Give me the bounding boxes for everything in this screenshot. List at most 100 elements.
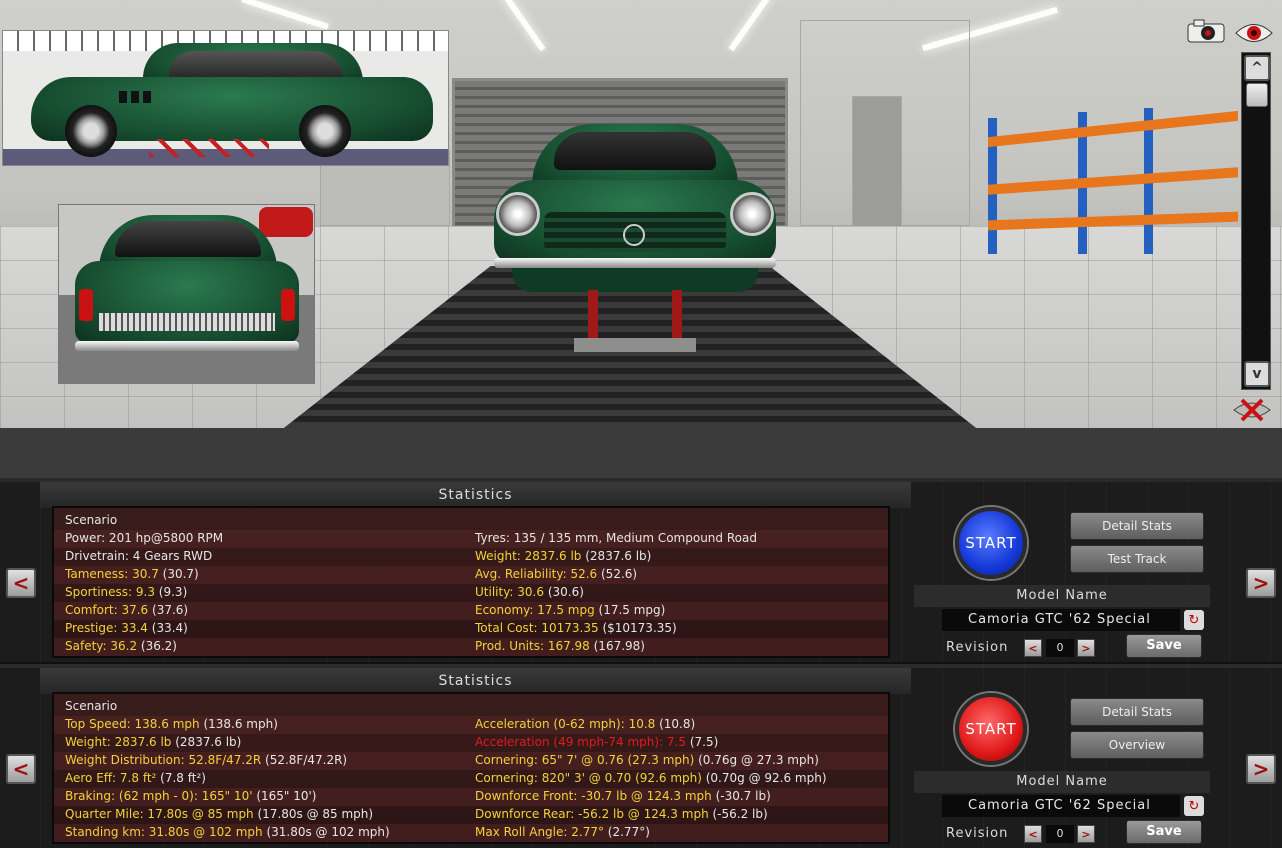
stat-left-cell: Weight Distribution: 52.8F/47.2R (52.8F/… bbox=[65, 753, 347, 767]
stat-right-cell: Acceleration (49 mph-74 mph): 7.5 (7.5) bbox=[475, 735, 718, 749]
car-front-model[interactable] bbox=[492, 124, 778, 354]
stat-left-cell: Prestige: 33.4 (33.4) bbox=[65, 621, 188, 635]
stat-baseline: (0.76g @ 27.3 mph) bbox=[694, 753, 819, 767]
stats-panel-1: Statistics Scenario Power: 201 hp@5800 RP… bbox=[0, 478, 1282, 662]
eye-icon[interactable] bbox=[1234, 20, 1274, 46]
car-side-view-inset[interactable] bbox=[2, 30, 449, 166]
stat-right-cell: Acceleration (0-62 mph): 10.8 (10.8) bbox=[475, 717, 695, 731]
stat-right-cell: Avg. Reliability: 52.6 (52.6) bbox=[475, 567, 637, 581]
stat-baseline: (0.70g @ 92.6 mph) bbox=[701, 771, 827, 785]
save-button[interactable]: Save bbox=[1126, 634, 1202, 658]
save-button[interactable]: Save bbox=[1126, 820, 1202, 844]
test-track-button[interactable]: Test Track bbox=[1070, 545, 1204, 573]
stat-value: Max Roll Angle: 2.77° bbox=[475, 825, 604, 839]
headlight-right bbox=[730, 192, 774, 236]
wall-panel bbox=[852, 96, 902, 228]
model-name-label: Model Name bbox=[914, 771, 1210, 793]
car-rear-view-inset[interactable] bbox=[58, 204, 315, 384]
refresh-icon[interactable]: ↻ bbox=[1184, 610, 1204, 630]
overview-button[interactable]: Overview bbox=[1070, 731, 1204, 759]
statistics-panels: Statistics Scenario Power: 201 hp@5800 RP… bbox=[0, 478, 1282, 848]
stat-value: Top Speed: 138.6 mph bbox=[65, 717, 200, 731]
stat-value: Comfort: 37.6 bbox=[65, 603, 149, 617]
stat-right-cell: Cornering: 820" 3' @ 0.70 (92.6 mph) (0.… bbox=[475, 771, 827, 785]
revision-increment-button[interactable]: > bbox=[1077, 825, 1095, 843]
stat-baseline: (36.2) bbox=[137, 639, 177, 653]
stat-baseline: (52.6) bbox=[597, 567, 638, 581]
refresh-icon[interactable]: ↻ bbox=[1184, 796, 1204, 816]
car-3d-viewport[interactable]: ^ v bbox=[0, 0, 1282, 478]
revision-increment-button[interactable]: > bbox=[1077, 639, 1095, 657]
stats-row: Standing km: 31.80s @ 102 mph (31.80s @ … bbox=[54, 824, 888, 842]
stat-baseline: (2837.6 lb) bbox=[581, 549, 652, 563]
panel-title: Statistics bbox=[40, 668, 911, 694]
stat-baseline: (30.7) bbox=[158, 567, 199, 581]
stat-left-cell: Quarter Mile: 17.80s @ 85 mph (17.80s @ … bbox=[65, 807, 373, 821]
stats-row: Quarter Mile: 17.80s @ 85 mph (17.80s @ … bbox=[54, 806, 888, 824]
stat-left-cell: Aero Eff: 7.8 ft² (7.8 ft²) bbox=[65, 771, 206, 785]
stats-row: Drivetrain: 4 Gears RWD Weight: 2837.6 lb… bbox=[54, 548, 888, 566]
shelf-beam bbox=[988, 211, 1238, 231]
lift-scissor bbox=[149, 139, 269, 157]
ceiling-light bbox=[500, 0, 546, 52]
stats-row: Scenario bbox=[54, 512, 888, 530]
stat-value: Utility: 30.6 bbox=[475, 585, 544, 599]
front-bumper bbox=[494, 258, 776, 268]
stats-row: Weight Distribution: 52.8F/47.2R (52.8F/… bbox=[54, 752, 888, 770]
stat-value: Acceleration (49 mph-74 mph): 7.5 bbox=[475, 735, 687, 749]
storage-shelf bbox=[988, 104, 1238, 254]
detail-stats-button[interactable]: Detail Stats bbox=[1070, 698, 1204, 726]
stats-list: Scenario Power: 201 hp@5800 RPM Tyres: 135… bbox=[52, 506, 890, 658]
stat-value: Total Cost: 10173.35 bbox=[475, 621, 599, 635]
stat-value: Tameness: 30.7 bbox=[65, 567, 159, 581]
stat-right-cell: Downforce Rear: -56.2 lb @ 124.3 mph (-5… bbox=[475, 807, 768, 821]
ceiling-light bbox=[728, 0, 774, 52]
camera-icon[interactable] bbox=[1186, 18, 1226, 44]
lower-wall bbox=[0, 428, 1282, 478]
stat-value: Downforce Front: -30.7 lb @ 124.3 mph bbox=[475, 789, 712, 803]
stat-value: Downforce Rear: -56.2 lb @ 124.3 mph bbox=[475, 807, 709, 821]
stat-baseline: (165" 10') bbox=[252, 789, 317, 803]
stats-row: Braking: (62 mph - 0): 165" 10' (165" 10… bbox=[54, 788, 888, 806]
ceiling-light bbox=[241, 0, 329, 30]
stats-row: Scenario bbox=[54, 698, 888, 716]
close-x-icon[interactable] bbox=[1232, 396, 1272, 424]
shelf-beam bbox=[988, 167, 1238, 195]
lift-base bbox=[574, 338, 696, 352]
stat-baseline: ($10173.35) bbox=[598, 621, 677, 635]
model-name-input[interactable] bbox=[942, 609, 1180, 631]
prev-button[interactable]: < bbox=[6, 754, 36, 784]
stat-baseline: (30.6) bbox=[544, 585, 584, 599]
stat-value: Braking: (62 mph - 0): 165" 10' bbox=[65, 789, 253, 803]
prev-button[interactable]: < bbox=[6, 568, 36, 598]
stat-right-cell: Cornering: 65" 7' @ 0.76 (27.3 mph) (0.7… bbox=[475, 753, 819, 767]
revision-decrement-button[interactable]: < bbox=[1024, 825, 1042, 843]
next-button[interactable]: > bbox=[1246, 754, 1276, 784]
scroll-thumb[interactable] bbox=[1246, 83, 1268, 107]
stat-value: Standing km: 31.80s @ 102 mph bbox=[65, 825, 263, 839]
rear-grille bbox=[99, 313, 275, 331]
start-button[interactable]: START bbox=[955, 507, 1027, 579]
stat-baseline: (9.3) bbox=[154, 585, 188, 599]
stat-baseline: (10.8) bbox=[655, 717, 696, 731]
car-windshield bbox=[554, 132, 716, 170]
stat-left-cell: Braking: (62 mph - 0): 165" 10' (165" 10… bbox=[65, 789, 316, 803]
stats-row: Weight: 2837.6 lb (2837.6 lb) Acceleratio… bbox=[54, 734, 888, 752]
stat-value: Drivetrain: 4 Gears RWD bbox=[65, 549, 213, 563]
revision-decrement-button[interactable]: < bbox=[1024, 639, 1042, 657]
stat-baseline: (7.8 ft²) bbox=[156, 771, 206, 785]
car-rear-window bbox=[115, 221, 261, 257]
stat-right-cell: Tyres: 135 / 135 mm, Medium Compound Roa… bbox=[475, 531, 757, 545]
scroll-down-button[interactable]: v bbox=[1244, 361, 1270, 387]
stats-row: Sportiness: 9.3 (9.3) Utility: 30.6 (30.6… bbox=[54, 584, 888, 602]
stat-left-cell: Scenario bbox=[65, 513, 117, 527]
detail-stats-button[interactable]: Detail Stats bbox=[1070, 512, 1204, 540]
start-button[interactable]: START bbox=[955, 693, 1027, 765]
model-name-input[interactable] bbox=[942, 795, 1180, 817]
headlight-left bbox=[496, 192, 540, 236]
inset-red-part bbox=[259, 207, 313, 237]
next-button[interactable]: > bbox=[1246, 568, 1276, 598]
scroll-up-button[interactable]: ^ bbox=[1244, 55, 1270, 81]
view-zoom-scrollbar[interactable]: ^ v bbox=[1241, 52, 1271, 390]
stat-baseline: (17.80s @ 85 mph) bbox=[253, 807, 374, 821]
